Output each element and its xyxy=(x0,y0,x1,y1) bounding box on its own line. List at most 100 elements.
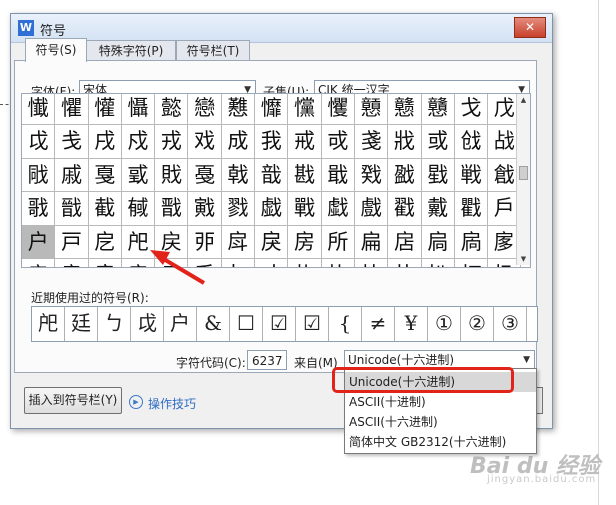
tab-special-chars[interactable]: 特殊字符(P) xyxy=(86,40,176,61)
symbol-cell[interactable]: 戓 xyxy=(321,125,355,159)
recent-symbol-cell[interactable]: ㄅ xyxy=(98,307,131,341)
symbol-cell[interactable]: 戜 xyxy=(121,158,156,193)
symbol-cell[interactable]: 懿 xyxy=(155,94,189,126)
close-button[interactable]: ✕ xyxy=(514,17,546,38)
grid-scrollbar[interactable]: ▲ ▼ xyxy=(516,94,530,265)
recent-symbol-cell[interactable]: ② xyxy=(461,307,494,341)
symbol-cell[interactable]: 戱 xyxy=(321,192,355,226)
symbol-cell[interactable]: 才 xyxy=(255,258,289,267)
symbol-cell[interactable]: 戛 xyxy=(88,158,122,193)
recent-symbol-cell[interactable]: & xyxy=(197,307,230,341)
symbol-cell[interactable]: 戁 xyxy=(221,94,256,126)
symbol-cell[interactable]: 戠 xyxy=(255,158,289,193)
symbol-cell[interactable]: 扇 xyxy=(55,258,89,267)
symbol-cell[interactable]: 戕 xyxy=(388,125,422,159)
symbol-cell[interactable]: 扈 xyxy=(89,258,122,267)
symbol-cell[interactable]: 打 xyxy=(455,258,489,267)
symbol-cell[interactable]: 我 xyxy=(255,125,289,159)
symbol-cell[interactable]: 戳 xyxy=(388,192,422,226)
tab-symbol-bar[interactable]: 符号栏(T) xyxy=(176,40,250,61)
recent-symbol-cell[interactable]: ☑ xyxy=(263,307,296,341)
symbol-grid[interactable]: 懴懼懽懾懿戀戁戂戃戄戅戆戇戈戊戉戋戌戍戎戏成我戒戓戔戕或戗战戙戚戛戜戝戞戟戠戡戢… xyxy=(21,93,531,268)
recent-symbol-cell[interactable]: { xyxy=(329,307,362,341)
recent-symbol-cell[interactable]: 戺 xyxy=(32,307,65,341)
symbol-cell[interactable]: 扒 xyxy=(422,258,455,267)
symbol-cell[interactable]: 戥 xyxy=(421,158,455,193)
scroll-thumb[interactable] xyxy=(519,166,528,180)
symbol-cell[interactable]: 戇 xyxy=(421,94,455,126)
symbol-cell[interactable]: 戣 xyxy=(354,158,389,193)
symbol-cell[interactable]: 手 xyxy=(188,258,222,267)
symbol-cell[interactable]: 户 xyxy=(22,225,56,259)
recent-symbol-cell[interactable]: ① xyxy=(428,307,461,341)
symbol-cell[interactable]: 扐 xyxy=(355,258,389,267)
symbol-cell[interactable]: 扆 xyxy=(22,258,56,267)
symbol-cell[interactable]: 扎 xyxy=(288,258,322,267)
symbol-cell[interactable]: 戡 xyxy=(288,158,322,193)
symbol-cell[interactable]: 懼 xyxy=(55,94,89,126)
recent-symbol-cell[interactable]: ☑ xyxy=(296,307,329,341)
symbol-cell[interactable]: 扁 xyxy=(354,225,389,259)
symbol-cell[interactable]: 戒 xyxy=(288,125,322,159)
symbol-cell[interactable]: 扉 xyxy=(122,258,156,267)
partially-hidden-button[interactable] xyxy=(536,387,543,414)
symbol-cell[interactable]: 戈 xyxy=(454,94,489,126)
symbol-cell[interactable]: 戎 xyxy=(155,125,189,159)
symbol-cell[interactable]: 戼 xyxy=(188,225,222,259)
symbol-cell[interactable]: 懾 xyxy=(121,94,156,126)
symbol-cell[interactable]: 或 xyxy=(421,125,455,159)
recent-symbol-cell[interactable]: 廷 xyxy=(65,307,98,341)
title-bar[interactable]: W 符号 ✕ xyxy=(11,14,552,43)
symbol-cell[interactable]: 扂 xyxy=(388,225,422,259)
symbol-cell[interactable]: 戰 xyxy=(288,192,322,226)
recent-symbol-cell[interactable]: ≠ xyxy=(362,307,395,341)
symbol-cell[interactable]: 扊 xyxy=(155,258,189,267)
symbol-cell[interactable]: 扏 xyxy=(322,258,355,267)
symbol-cell[interactable]: 戽 xyxy=(221,225,256,259)
symbol-cell[interactable]: 戹 xyxy=(88,225,122,259)
symbol-cell[interactable]: 戩 xyxy=(55,192,89,226)
symbol-cell[interactable]: 戨 xyxy=(22,192,56,226)
symbol-cell[interactable]: 戮 xyxy=(221,192,256,226)
symbol-cell[interactable]: 戦 xyxy=(454,158,489,193)
symbol-cell[interactable]: 截 xyxy=(88,192,122,226)
symbol-cell[interactable]: 戺 xyxy=(121,225,156,259)
symbol-cell[interactable]: 戯 xyxy=(255,192,289,226)
symbol-cell[interactable]: 所 xyxy=(321,225,355,259)
symbol-cell[interactable]: 戬 xyxy=(155,192,189,226)
symbol-cell[interactable]: 戌 xyxy=(88,125,122,159)
symbol-cell[interactable]: 戋 xyxy=(55,125,89,159)
symbol-cell[interactable]: 戃 xyxy=(288,94,322,126)
play-icon[interactable]: ▶ xyxy=(129,395,143,409)
symbol-cell[interactable]: 戟 xyxy=(221,158,256,193)
symbol-cell[interactable]: 戴 xyxy=(421,192,455,226)
symbol-cell[interactable]: 懽 xyxy=(88,94,122,126)
symbol-cell[interactable]: 戾 xyxy=(255,225,289,259)
symbol-cell[interactable]: 戭 xyxy=(188,192,222,226)
symbol-cell[interactable]: 成 xyxy=(221,125,256,159)
symbol-cell[interactable]: 戲 xyxy=(354,192,389,226)
symbol-cell[interactable]: 扄 xyxy=(454,225,489,259)
symbol-cell[interactable]: 戙 xyxy=(22,158,56,193)
symbol-cell[interactable]: 戸 xyxy=(55,225,89,259)
symbol-cell[interactable]: 戞 xyxy=(188,158,222,193)
symbol-cell[interactable]: 戔 xyxy=(354,125,389,159)
symbol-cell[interactable]: 戚 xyxy=(55,158,89,193)
recent-symbol-cell[interactable]: 戉 xyxy=(131,307,164,341)
symbol-cell[interactable]: 扌 xyxy=(222,258,256,267)
recent-symbol-cell[interactable]: ③ xyxy=(494,307,527,341)
symbol-cell[interactable]: 戀 xyxy=(188,94,222,126)
tab-symbols[interactable]: 符号(S) xyxy=(25,38,87,62)
recent-symbol-cell[interactable]: ☐ xyxy=(230,307,263,341)
symbol-cell[interactable]: 戤 xyxy=(388,158,422,193)
char-code-input[interactable]: 6237 xyxy=(247,350,287,370)
dropdown-option-gb2312-hex[interactable]: 简体中文 GB2312(十六进制) xyxy=(345,432,536,452)
symbol-cell[interactable]: 戢 xyxy=(321,158,355,193)
symbol-cell[interactable]: 房 xyxy=(288,225,322,259)
symbol-cell[interactable]: 戍 xyxy=(121,125,156,159)
recent-symbol-cell[interactable]: ¥ xyxy=(395,307,428,341)
insert-to-symbol-bar-button[interactable]: 插入到符号栏(Y) xyxy=(24,387,122,414)
symbol-cell[interactable]: 戵 xyxy=(454,192,489,226)
symbol-cell[interactable]: 戂 xyxy=(255,94,289,126)
symbol-cell[interactable]: 戅 xyxy=(354,94,389,126)
